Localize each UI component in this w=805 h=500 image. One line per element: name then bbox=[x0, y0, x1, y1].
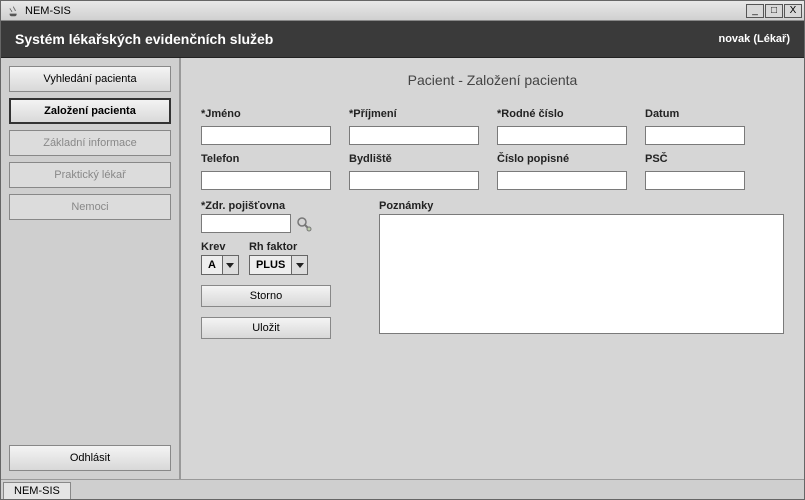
app-subtitle: Systém lékařských evidenčních služeb bbox=[15, 31, 273, 47]
cislo-popisne-field[interactable] bbox=[497, 171, 627, 190]
sidebar: Vyhledání pacienta Založení pacienta Zák… bbox=[1, 58, 181, 479]
app-body: Vyhledání pacienta Založení pacienta Zák… bbox=[1, 58, 804, 479]
form-left-column: *Zdr. pojišťovna Krev A bbox=[201, 200, 361, 339]
label-psc: PSČ bbox=[645, 153, 745, 167]
tab-nemsis[interactable]: NEM-SIS bbox=[3, 482, 71, 499]
window-controls: _ □ X bbox=[745, 4, 802, 18]
label-datum: Datum bbox=[645, 108, 745, 122]
app-header: Systém lékařských evidenčních služeb nov… bbox=[1, 21, 804, 58]
sidebar-item-search-patient[interactable]: Vyhledání pacienta bbox=[9, 66, 171, 92]
main-content: Pacient - Založení pacienta *Jméno *Příj… bbox=[181, 58, 804, 479]
form-lower: *Zdr. pojišťovna Krev A bbox=[201, 200, 784, 339]
form-row-2: Telefon Bydliště Číslo popisné PSČ bbox=[201, 153, 784, 190]
sidebar-item-practitioner: Praktický lékař bbox=[9, 162, 171, 188]
app-window: NEM-SIS _ □ X Systém lékařských evidenčn… bbox=[0, 0, 805, 500]
bydliste-field[interactable] bbox=[349, 171, 479, 190]
sidebar-item-illnesses: Nemoci bbox=[9, 194, 171, 220]
krev-select[interactable]: A bbox=[201, 255, 239, 275]
sidebar-item-basic-info: Základní informace bbox=[9, 130, 171, 156]
prijmeni-field[interactable] bbox=[349, 126, 479, 145]
page-title: Pacient - Založení pacienta bbox=[201, 72, 784, 88]
java-cup-icon bbox=[7, 4, 21, 18]
label-krev: Krev bbox=[201, 241, 239, 255]
ulozit-button[interactable]: Uložit bbox=[201, 317, 331, 339]
lookup-icon[interactable] bbox=[295, 215, 313, 233]
label-jmeno: *Jméno bbox=[201, 108, 331, 122]
label-poznamky: Poznámky bbox=[379, 200, 784, 214]
label-cislo-popisne: Číslo popisné bbox=[497, 153, 627, 167]
telefon-field[interactable] bbox=[201, 171, 331, 190]
storno-button[interactable]: Storno bbox=[201, 285, 331, 307]
notes-column: Poznámky bbox=[379, 200, 784, 337]
label-prijmeni: *Příjmení bbox=[349, 108, 479, 122]
label-telefon: Telefon bbox=[201, 153, 331, 167]
krev-value: A bbox=[202, 259, 222, 271]
label-rh: Rh faktor bbox=[249, 241, 308, 255]
window-title: NEM-SIS bbox=[25, 5, 745, 17]
form-row-1: *Jméno *Příjmení *Rodné číslo Datum bbox=[201, 108, 784, 145]
close-button[interactable]: X bbox=[784, 4, 802, 18]
label-bydliste: Bydliště bbox=[349, 153, 479, 167]
psc-field[interactable] bbox=[645, 171, 745, 190]
rh-value: PLUS bbox=[250, 259, 291, 271]
chevron-down-icon bbox=[291, 256, 307, 274]
pojistovna-field[interactable] bbox=[201, 214, 291, 233]
rodne-cislo-field[interactable] bbox=[497, 126, 627, 145]
bottom-tabstrip: NEM-SIS bbox=[1, 479, 804, 499]
sidebar-item-create-patient[interactable]: Založení pacienta bbox=[9, 98, 171, 124]
chevron-down-icon bbox=[222, 256, 238, 274]
label-rodne-cislo: *Rodné číslo bbox=[497, 108, 627, 122]
logout-button[interactable]: Odhlásit bbox=[9, 445, 171, 471]
poznamky-field[interactable] bbox=[379, 214, 784, 334]
maximize-button[interactable]: □ bbox=[765, 4, 783, 18]
datum-field[interactable] bbox=[645, 126, 745, 145]
jmeno-field[interactable] bbox=[201, 126, 331, 145]
user-label: novak (Lékař) bbox=[718, 33, 790, 45]
rh-select[interactable]: PLUS bbox=[249, 255, 308, 275]
minimize-button[interactable]: _ bbox=[746, 4, 764, 18]
titlebar: NEM-SIS _ □ X bbox=[1, 1, 804, 21]
label-pojistovna: *Zdr. pojišťovna bbox=[201, 200, 361, 214]
